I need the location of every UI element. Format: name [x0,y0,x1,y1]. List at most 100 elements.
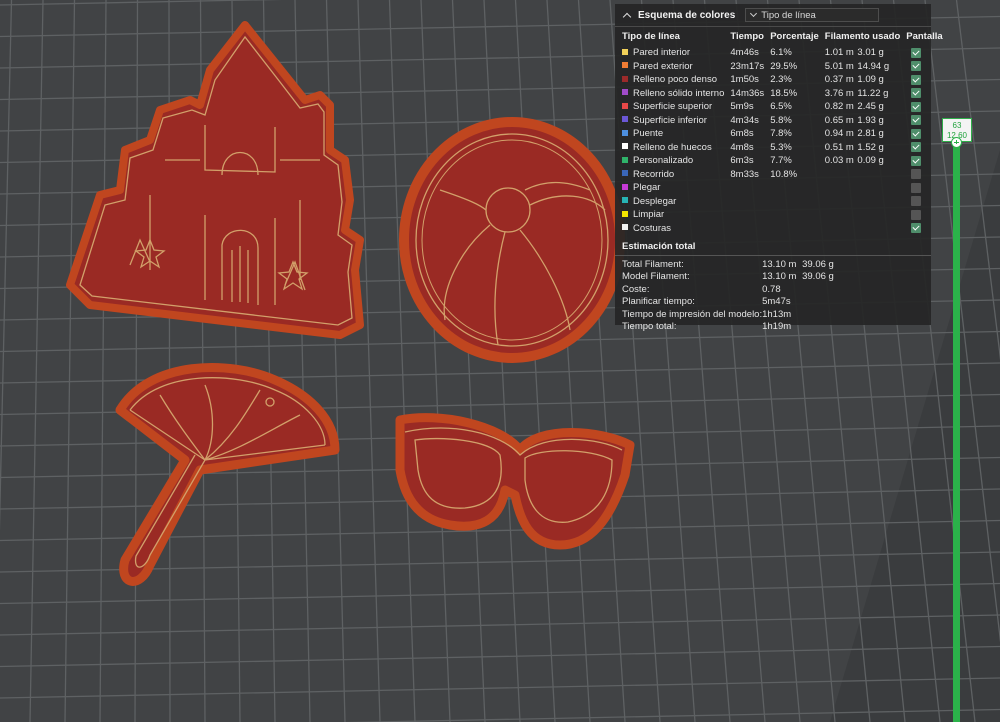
line-type-table: Tipo de línea Tiempo Porcentaje Filament… [619,28,946,235]
estimation-row: Total Filament: 13.10 m 39.06 g [622,258,834,271]
layer-slider-handle-plus-icon[interactable] [951,137,962,148]
display-cell [903,46,945,60]
estimation-value-2 [802,308,834,321]
filament-used-cell: 0.94 m 2.81 g [822,127,903,141]
column-header-time: Tiempo [730,31,764,42]
layer-slider[interactable]: 63 12.60 [942,118,972,722]
line-type-row: Puente 6m8s 7.8% 0.94 m 2.81 g [619,127,946,141]
collapse-chevron-icon[interactable] [622,10,632,20]
filament-length: 0.37 m [824,74,854,86]
percentage-cell [767,195,822,209]
color-swatch [622,62,628,69]
time-cell [727,181,767,195]
estimation-label: Coste: [622,283,650,295]
display-checkbox[interactable] [911,196,922,207]
time-cell [727,222,767,236]
line-type-name-cell: Superficie inferior [619,114,727,128]
display-cell [903,114,945,128]
display-checkbox[interactable] [911,169,922,180]
estimation-label: Total Filament: [622,258,684,270]
filament-used-cell [822,195,903,209]
estimation-label: Tiempo de impresión del modelo: [622,308,763,320]
line-type-name-cell: Personalizado [619,154,727,168]
column-header-display: Pantalla [906,31,943,42]
line-type-name-cell: Costuras [619,222,727,236]
filament-length: 3.76 m [824,87,854,99]
percentage-cell: 5.3% [770,141,792,153]
filament-used-cell: 1.01 m 3.01 g [822,46,903,60]
line-type-dropdown[interactable]: Tipo de línea [745,8,880,22]
line-type-name: Superficie superior [633,101,713,113]
time-cell [727,208,767,222]
estimation-row: Tiempo total: 1h19m [622,321,834,334]
display-cell [903,87,945,101]
filament-length: 0.94 m [824,128,854,140]
display-checkbox[interactable] [911,74,922,85]
estimation-row: Tiempo de impresión del modelo: 1h13m [622,308,834,321]
percentage-cell [767,208,822,222]
display-checkbox[interactable] [911,142,922,153]
estimation-label: Model Filament: [622,271,690,283]
filament-weight: 1.52 g [857,141,884,153]
color-swatch [622,89,628,96]
estimation-value-2 [802,283,834,296]
display-cell [903,181,945,195]
filament-used-cell [822,181,903,195]
display-checkbox[interactable] [911,223,922,234]
estimation-value-2 [802,296,834,309]
layer-slider-track[interactable] [953,142,960,722]
display-checkbox[interactable] [911,47,922,58]
estimation-value: 13.10 m [762,271,797,283]
display-cell [903,154,945,168]
display-checkbox[interactable] [911,155,922,166]
percentage-cell: 7.8% [770,128,792,140]
estimation-value: 0.78 [762,283,781,295]
line-type-name-cell: Relleno de huecos [619,141,727,155]
display-checkbox[interactable] [911,115,922,126]
time-cell: 14m36s [730,87,765,99]
line-type-dropdown-value: Tipo de línea [761,9,816,21]
line-type-name: Pared exterior [633,60,693,72]
display-cell [903,100,945,114]
color-swatch [622,102,628,109]
display-checkbox[interactable] [911,128,922,139]
line-type-row: Desplegar [619,195,946,209]
line-type-name-cell: Puente [619,127,727,141]
column-header-filament-used: Filamento usado [824,31,901,42]
percentage-cell: 18.5% [770,87,798,99]
line-type-row: Costuras [619,222,946,236]
color-swatch [622,129,628,136]
time-cell: 1m50s [730,74,759,86]
line-type-row: Relleno de huecos 4m8s 5.3% 0.51 m 1.52 g [619,141,946,155]
time-cell: 6m8s [730,128,754,140]
filament-used-cell: 0.51 m 1.52 g [822,141,903,155]
estimation-value: 5m47s [762,296,791,308]
line-type-name: Costuras [633,222,672,234]
display-checkbox[interactable] [911,209,922,220]
display-checkbox[interactable] [911,61,922,72]
display-cell [903,208,945,222]
line-type-name: Plegar [633,182,661,194]
display-checkbox[interactable] [911,101,922,112]
percentage-cell: 29.5% [770,60,798,72]
display-checkbox[interactable] [911,88,922,99]
line-type-name: Limpiar [633,209,665,221]
display-checkbox[interactable] [911,182,922,193]
color-swatch [622,224,628,231]
line-type-name-cell: Superficie superior [619,100,727,114]
beach-ball-model[interactable] [399,117,625,363]
display-cell [903,141,945,155]
line-type-name-cell: Relleno sólido interno [619,87,727,101]
color-scheme-title: Esquema de colores [638,9,736,21]
filament-length: 0.03 m [824,155,854,167]
layer-number: 63 [952,121,962,130]
display-cell [903,195,945,209]
color-swatch [622,210,628,217]
filament-used-cell [822,168,903,182]
filament-used-cell: 5.01 m 14.94 g [822,60,903,74]
percentage-cell: 10.8% [770,168,798,180]
line-type-name: Desplegar [633,195,677,207]
color-swatch [622,116,628,123]
line-type-name-cell: Relleno poco denso [619,73,727,87]
estimation-label: Tiempo total: [622,321,677,333]
